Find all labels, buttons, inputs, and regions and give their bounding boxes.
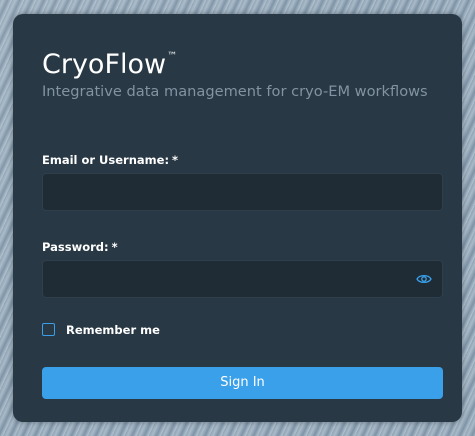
remember-me-checkbox[interactable] bbox=[42, 323, 55, 336]
sign-in-button[interactable]: Sign In bbox=[42, 367, 443, 399]
password-required-marker: * bbox=[111, 240, 118, 254]
app-name: CryoFlow bbox=[42, 49, 167, 80]
username-label-text: Email or Username: bbox=[42, 153, 170, 167]
password-input[interactable] bbox=[42, 260, 443, 298]
app-title: CryoFlow™ bbox=[42, 49, 177, 80]
password-label: Password: * bbox=[42, 240, 118, 254]
trademark-symbol: ™ bbox=[167, 51, 178, 62]
username-required-marker: * bbox=[172, 153, 179, 167]
password-label-text: Password: bbox=[42, 240, 109, 254]
eye-icon[interactable] bbox=[416, 273, 432, 285]
login-card: CryoFlow™ Integrative data management fo… bbox=[13, 14, 462, 422]
username-input[interactable] bbox=[42, 173, 443, 211]
remember-me-label[interactable]: Remember me bbox=[66, 323, 160, 337]
username-label: Email or Username: * bbox=[42, 153, 178, 167]
app-tagline: Integrative data management for cryo-EM … bbox=[42, 83, 428, 100]
